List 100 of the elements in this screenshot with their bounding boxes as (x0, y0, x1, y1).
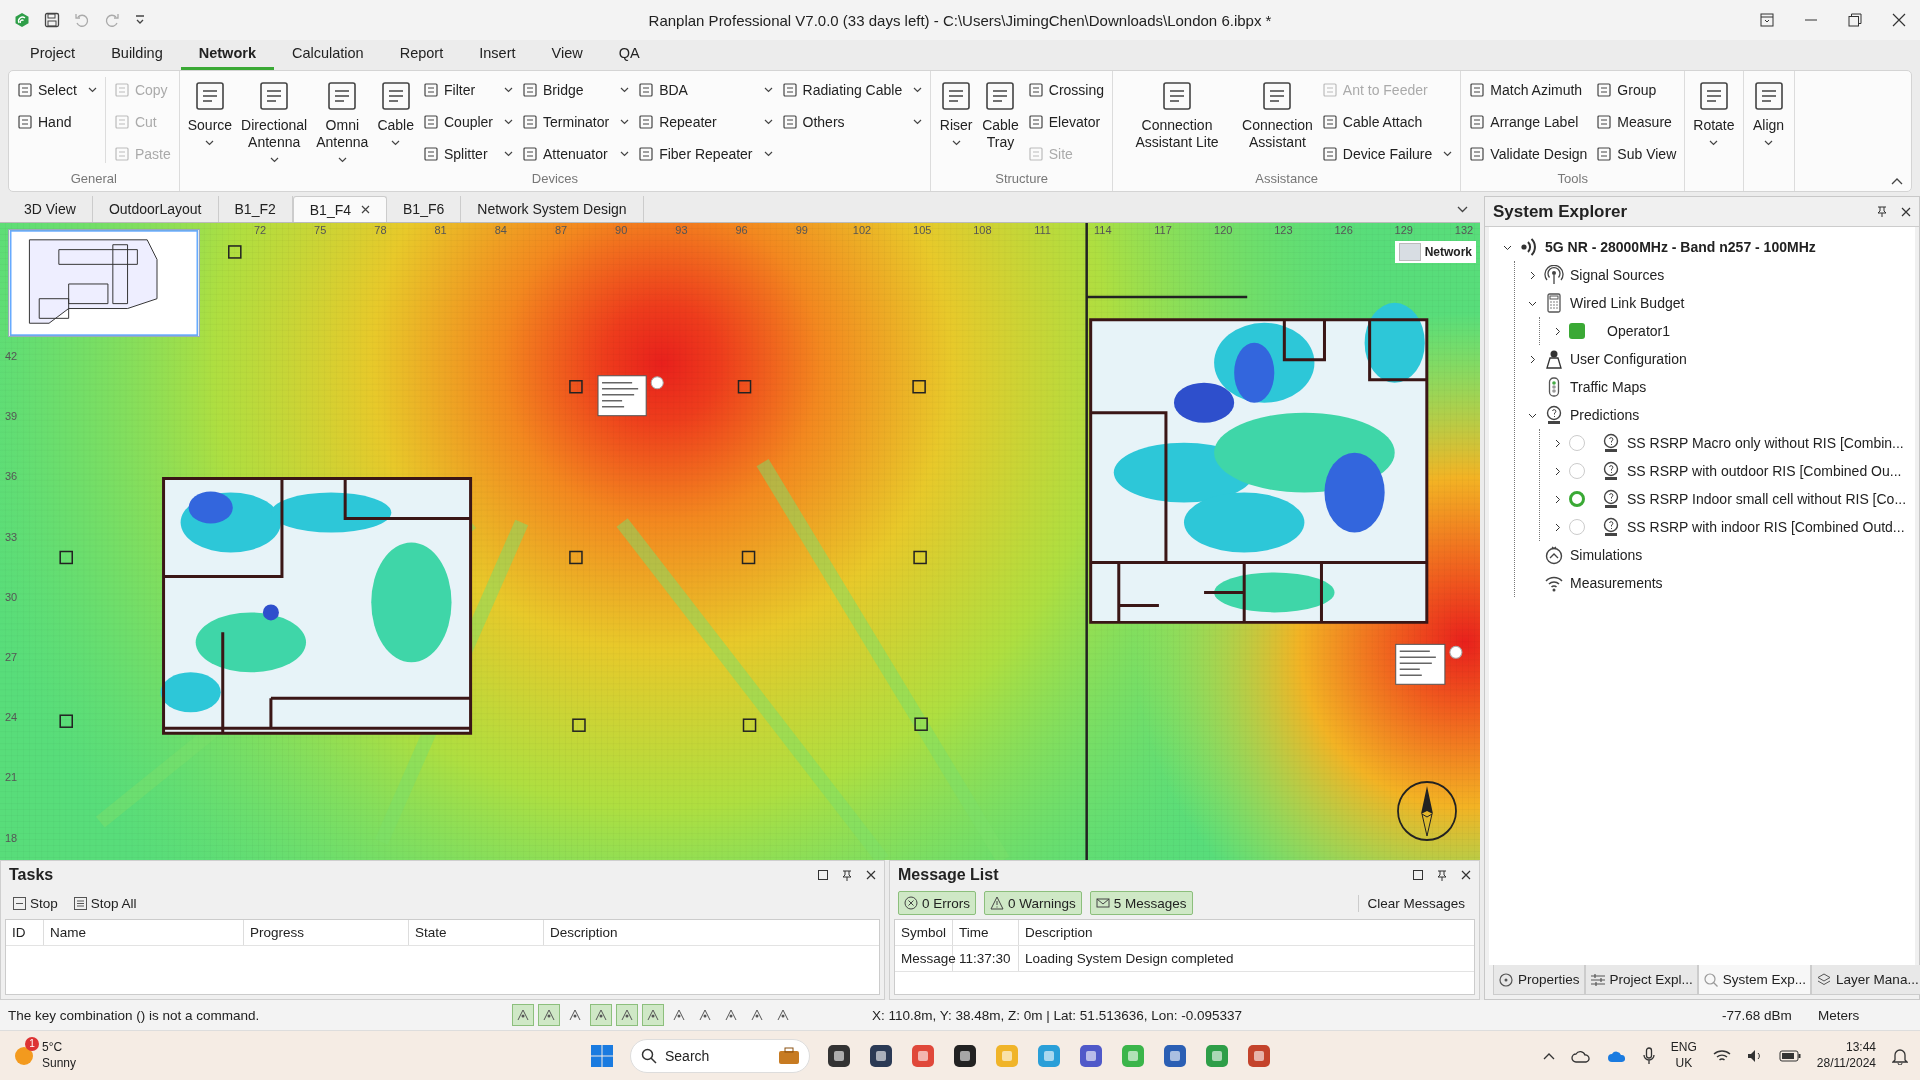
radio-button[interactable] (1569, 491, 1585, 507)
chevron-up-icon[interactable] (1542, 1051, 1555, 1060)
ribbon-button[interactable]: Match Azimuth (1466, 77, 1591, 103)
document-tab[interactable]: B1_F2 (218, 196, 293, 222)
warning-filter-toggle[interactable]: 0 Warnings (984, 891, 1082, 915)
tree-item[interactable]: SS RSRP with indoor RIS [Combined Outd... (1627, 519, 1905, 535)
menu-tab[interactable]: QA (600, 40, 658, 70)
map-tool-button[interactable] (616, 1004, 638, 1026)
start-icon[interactable] (590, 1043, 614, 1068)
ribbon-button[interactable]: Bridge (519, 77, 633, 103)
ribbon-button[interactable]: Filter (420, 77, 516, 103)
collapse-icon[interactable] (1891, 177, 1903, 185)
panel-tab[interactable]: Project Expl... (1584, 965, 1698, 995)
ribbon-button[interactable]: Fiber Repeater (635, 141, 776, 167)
tree-item[interactable]: 5G NR - 28000MHz - Band n257 - 100MHz (1545, 239, 1816, 255)
tree-item[interactable]: Wired Link Budget (1570, 295, 1685, 311)
customize-icon[interactable] (134, 14, 146, 26)
ribbon-display-icon[interactable] (1760, 13, 1774, 27)
ribbon-button[interactable]: Others (778, 109, 926, 135)
message-filter-toggle[interactable]: 5 Messages (1089, 891, 1193, 915)
app-icon[interactable] (826, 1042, 852, 1069)
tree-item[interactable]: Operator1 (1607, 323, 1671, 339)
menu-tab[interactable]: Insert (461, 40, 534, 70)
ribbon-button[interactable]: Coupler (420, 109, 516, 135)
ribbon-button[interactable]: Align (1748, 77, 1789, 148)
maximize-icon[interactable] (818, 870, 828, 880)
toolbar-button[interactable]: Stop All (69, 893, 141, 913)
menu-tab[interactable]: Report (381, 40, 462, 70)
close-icon[interactable] (361, 205, 370, 214)
panel-tab[interactable]: Layer Mana... (1811, 965, 1920, 995)
ribbon-button[interactable]: BDA (635, 77, 776, 103)
ribbon-button[interactable]: Arrange Label (1466, 109, 1591, 135)
close-icon[interactable] (1892, 13, 1906, 27)
map-tool-button[interactable] (642, 1004, 664, 1026)
map-tool-button[interactable] (512, 1004, 534, 1026)
close-icon[interactable] (1461, 870, 1471, 880)
ribbon-button[interactable]: Cable Tray (979, 77, 1022, 153)
menu-tab[interactable]: Building (93, 40, 181, 70)
tree-item[interactable]: Traffic Maps (1570, 379, 1647, 395)
save-icon[interactable] (44, 12, 60, 28)
ribbon-button[interactable]: Directional Antenna (238, 77, 311, 165)
ribbon-button[interactable]: Cable (374, 77, 417, 148)
microphone-icon[interactable] (1642, 1046, 1655, 1065)
app-icon[interactable] (868, 1042, 894, 1069)
notification-bell-icon[interactable] (1892, 1046, 1908, 1065)
panel-tab[interactable]: Properties (1493, 965, 1585, 995)
restore-icon[interactable] (1848, 13, 1862, 27)
panel-tab[interactable]: System Exp... (1697, 965, 1812, 995)
ribbon-button[interactable]: Sub View (1593, 141, 1680, 167)
ribbon-button[interactable]: Riser (936, 77, 977, 148)
ribbon-button[interactable]: Splitter (420, 141, 516, 167)
tree-item[interactable]: Signal Sources (1570, 267, 1665, 283)
tree-item[interactable]: Predictions (1570, 407, 1640, 423)
menu-tab[interactable]: Calculation (273, 40, 382, 70)
document-tab[interactable]: B1_F6 (387, 196, 462, 222)
tab-list-icon[interactable] (1457, 205, 1468, 213)
app-icon[interactable] (952, 1042, 978, 1069)
ribbon-button[interactable]: Omni Antenna (313, 77, 372, 165)
ribbon-button[interactable]: Connection Assistant Lite (1118, 77, 1236, 153)
close-icon[interactable] (1901, 206, 1911, 217)
tree-item[interactable]: SS RSRP Macro only without RIS [Combin... (1627, 435, 1904, 451)
toolbar-button[interactable]: Stop (9, 893, 62, 913)
ribbon-button[interactable]: Rotate (1690, 77, 1738, 148)
ribbon-button[interactable]: Terminator (519, 109, 633, 135)
menu-tab[interactable]: View (533, 40, 601, 70)
clear-messages-button[interactable]: Clear Messages (1358, 894, 1471, 912)
map-tool-button[interactable] (590, 1004, 612, 1026)
tree-item[interactable]: User Configuration (1570, 351, 1687, 367)
ribbon-button[interactable]: Crossing (1024, 77, 1107, 103)
document-tab[interactable]: OutdoorLayout (92, 196, 219, 222)
search-field[interactable]: Search (630, 1038, 810, 1073)
ribbon-button[interactable]: Validate Design (1466, 141, 1591, 167)
cloud-icon[interactable] (1570, 1048, 1591, 1063)
document-tab[interactable]: 3D View (8, 196, 93, 222)
document-tab[interactable]: B1_F4 (292, 196, 387, 222)
ribbon-button[interactable]: Source (184, 77, 236, 148)
tree-item[interactable]: SS RSRP with outdoor RIS [Combined Ou... (1627, 463, 1902, 479)
pin-icon[interactable] (1437, 869, 1447, 881)
maximize-icon[interactable] (1413, 870, 1423, 880)
tree-item[interactable]: Measurements (1570, 575, 1663, 591)
ribbon-button[interactable]: Group (1593, 77, 1680, 103)
error-filter-toggle[interactable]: 0 Errors (898, 891, 976, 915)
ribbon-button[interactable]: Elevator (1024, 109, 1107, 135)
ribbon-button[interactable]: Device Failure (1318, 141, 1456, 167)
document-tab[interactable]: Network System Design (461, 196, 644, 222)
tree-item[interactable]: Simulations (1570, 547, 1643, 563)
pin-icon[interactable] (842, 869, 852, 881)
ribbon-button[interactable]: Radiating Cable (778, 77, 926, 103)
battery-icon[interactable] (1778, 1049, 1801, 1062)
ribbon-button[interactable]: Attenuator (519, 141, 633, 167)
tree-item[interactable]: SS RSRP Indoor small cell without RIS [Co... (1627, 491, 1907, 507)
ribbon-button[interactable]: Hand (14, 109, 100, 135)
pin-icon[interactable] (1877, 206, 1887, 217)
map-tool-button[interactable] (538, 1004, 560, 1026)
ribbon-button[interactable]: Repeater (635, 109, 776, 135)
close-icon[interactable] (866, 870, 876, 880)
wifi-icon[interactable] (1712, 1048, 1731, 1063)
ribbon-button[interactable]: Connection Assistant (1239, 77, 1316, 153)
speaker-icon[interactable] (1746, 1048, 1763, 1063)
ribbon-button[interactable]: Measure (1593, 109, 1680, 135)
